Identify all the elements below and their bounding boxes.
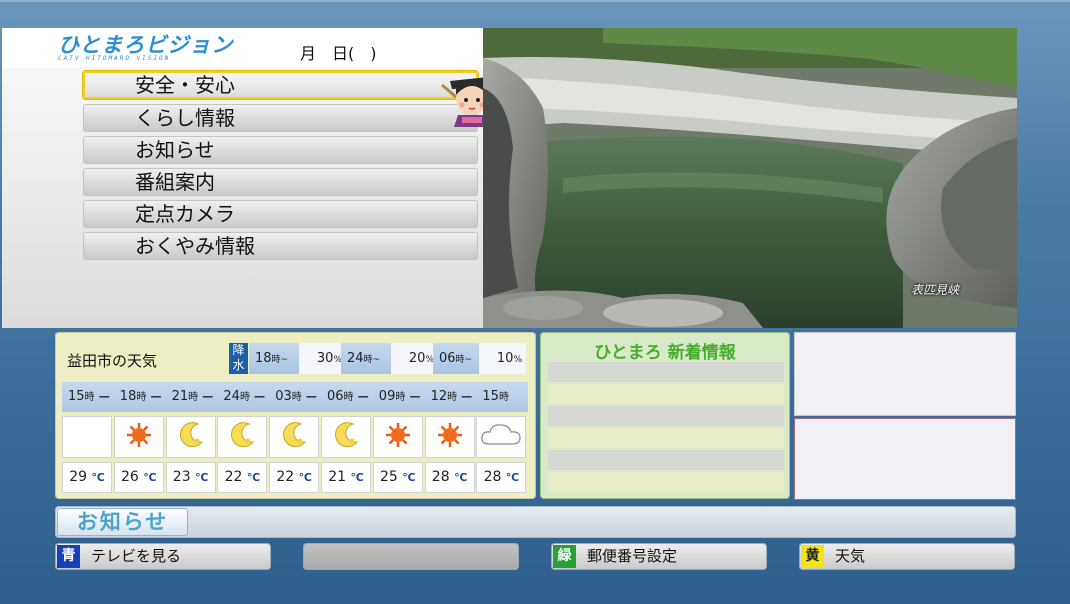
- notice-bar: お知らせ: [55, 506, 1016, 538]
- yellow-key-badge: 黄: [801, 545, 824, 568]
- blue-key-badge: 青: [57, 545, 80, 568]
- menu-item-label: 番組案内: [135, 170, 215, 194]
- photo-caption: 表匹見峡: [910, 283, 959, 297]
- precip-percent: 10%: [479, 343, 526, 374]
- forecast-hour: 21時 —: [171, 389, 214, 404]
- news-row[interactable]: [548, 450, 784, 470]
- sun-icon: [372, 416, 423, 458]
- tv-screen: ひとまろビジョン CATV HITOMARO VISION 月 日( ) 安全・…: [0, 0, 1070, 604]
- menu-item-label: おくやみ情報: [135, 234, 255, 258]
- news-row[interactable]: [548, 406, 784, 426]
- menu-item-label: 定点カメラ: [135, 202, 235, 226]
- frame-border: [0, 0, 1070, 2]
- forecast-hour: 24時 —: [223, 389, 266, 404]
- precip-percent: 30%: [299, 343, 346, 374]
- news-title: ひとまろ 新着情報: [594, 343, 736, 363]
- menu-item-label: くらし情報: [135, 106, 235, 130]
- forecast-temp: 29 ℃: [62, 462, 112, 493]
- precip-percent: 20%: [391, 343, 438, 374]
- news-row[interactable]: [548, 362, 784, 382]
- menu-item-program-guide[interactable]: 番組案内: [83, 168, 478, 196]
- forecast-temp: 28 ℃: [476, 462, 527, 493]
- watch-tv-label: テレビを見る: [91, 547, 182, 565]
- forecast-temp: 28 ℃: [424, 462, 475, 493]
- precip-time: 06時~: [433, 343, 483, 374]
- menu-item-fixed-camera[interactable]: 定点カメラ: [83, 200, 478, 228]
- forecast-temp: 21 ℃: [321, 462, 371, 493]
- postal-code-button[interactable]: 緑 郵便番号設定: [551, 543, 767, 570]
- weather-label: 天気: [835, 547, 866, 565]
- forecast-temp-row: 29 ℃ 26 ℃ 23 ℃ 22 ℃ 22 ℃ 21 ℃ 25 ℃ 28 ℃ 28 ℃: [62, 462, 528, 493]
- forecast-temp: 22 ℃: [217, 462, 268, 493]
- forecast-hour: 18時 —: [119, 389, 162, 404]
- forecast-icon-row: [62, 416, 528, 458]
- precip-time: 24時~: [341, 343, 391, 374]
- moon-icon: [321, 416, 371, 458]
- forecast-hour: 03時 —: [275, 389, 317, 404]
- green-key-badge: 緑: [553, 545, 576, 568]
- precip-badge: 降水: [229, 343, 248, 374]
- info-box-bottom: [794, 418, 1016, 500]
- news-row[interactable]: [548, 472, 784, 492]
- menu-item-safety[interactable]: 安全・安心: [83, 71, 478, 99]
- forecast-hour: 06時 —: [327, 389, 369, 404]
- date-display: 月 日( ): [300, 44, 377, 63]
- notice-label: お知らせ: [57, 508, 188, 536]
- menu-item-notices[interactable]: お知らせ: [83, 136, 478, 164]
- forecast-hour: 15時 —: [68, 389, 110, 404]
- forecast-icon-cell: [62, 416, 112, 458]
- news-row[interactable]: [548, 428, 784, 448]
- postal-code-label: 郵便番号設定: [587, 547, 678, 565]
- weather-panel: 益田市の天気 降水 18時~ 30% 24時~ 20% 06時~ 10% 15時…: [55, 332, 536, 499]
- forecast-hour: 09時 —: [378, 389, 421, 404]
- watch-tv-button[interactable]: 青 テレビを見る: [55, 543, 271, 570]
- logo: ひとまろビジョン CATV HITOMARO VISION: [58, 34, 256, 64]
- sun-icon: [113, 416, 164, 458]
- menu-item-living-info[interactable]: くらし情報: [83, 104, 478, 132]
- menu-item-obituary[interactable]: おくやみ情報: [83, 232, 478, 260]
- precip-time: 18時~: [249, 343, 299, 374]
- forecast-hour: 12時 —: [430, 389, 473, 404]
- menu-item-label: お知らせ: [135, 138, 215, 162]
- forecast-temp: 23 ℃: [165, 462, 216, 493]
- menu-item-label: 安全・安心: [135, 73, 235, 97]
- moon-icon: [217, 416, 268, 458]
- forecast-temp: 26 ℃: [113, 462, 164, 493]
- scenery-photo: 表匹見峡: [483, 28, 1017, 328]
- news-row[interactable]: [548, 384, 784, 404]
- moon-icon: [165, 416, 216, 458]
- forecast-hour: 15時: [482, 389, 509, 404]
- logo-text: ひとまろビジョン: [58, 33, 234, 57]
- cloud-icon: [476, 416, 527, 458]
- empty-button[interactable]: [303, 543, 519, 570]
- news-panel: ひとまろ 新着情報: [540, 332, 790, 499]
- weather-title: 益田市の天気: [67, 352, 158, 370]
- sun-icon: [424, 416, 475, 458]
- forecast-time-row: 15時 — 18時 — 21時 — 24時 — 03時 — 06時 — 09時 — 12時 —…: [62, 382, 528, 412]
- moon-icon: [269, 416, 320, 458]
- weather-button[interactable]: 黄 天気: [799, 543, 1015, 570]
- forecast-temp: 22 ℃: [269, 462, 320, 493]
- forecast-temp: 25 ℃: [372, 462, 423, 493]
- info-box-top: [794, 332, 1016, 416]
